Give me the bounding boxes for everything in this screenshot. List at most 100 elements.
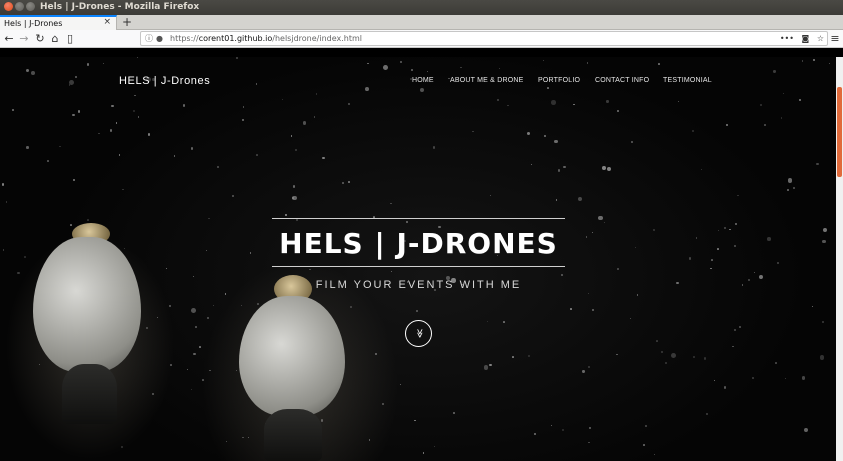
snow-speck [587, 292, 590, 294]
snow-speck [243, 106, 245, 108]
snow-speck [382, 403, 384, 405]
snow-speck [781, 117, 783, 119]
snow-speck [12, 108, 14, 111]
snow-speck [390, 203, 392, 205]
snow-speck [543, 60, 545, 62]
page-scrollbar[interactable] [836, 57, 843, 461]
snow-speck [410, 68, 413, 71]
snow-speck [718, 230, 720, 232]
snow-speck [414, 419, 416, 422]
page-actions-icon[interactable]: ••• [780, 34, 794, 43]
nav-portfolio[interactable]: PORTFOLIO [538, 77, 580, 84]
nav-about[interactable]: ABOUT ME & DRONE [450, 77, 523, 84]
snow-speck [528, 354, 531, 357]
bookmark-star-icon[interactable]: ☆ [817, 34, 824, 43]
snow-speck [242, 119, 244, 121]
snow-speck [136, 57, 138, 59]
snow-speck [543, 134, 546, 137]
close-icon[interactable] [4, 2, 13, 11]
snow-speck [256, 154, 259, 156]
snow-speck [217, 165, 220, 168]
snow-speck [737, 194, 739, 197]
snow-speck [182, 104, 186, 107]
snow-speck [563, 166, 566, 169]
snow-speck [31, 71, 35, 75]
snow-speck [202, 379, 204, 381]
snow-speck [822, 227, 827, 232]
snow-speck [347, 102, 350, 105]
snow-speck [365, 87, 370, 92]
snow-speck [70, 224, 73, 227]
snow-speck [676, 281, 679, 284]
snow-speck [582, 370, 585, 373]
snow-speck [193, 275, 195, 278]
snow-speck [710, 259, 713, 261]
snow-speck [5, 200, 8, 203]
snow-speck [496, 99, 499, 102]
scroll-down-button[interactable]: ≫ [405, 320, 432, 347]
snow-speck [190, 147, 194, 150]
snow-speck [313, 116, 316, 118]
nav-testimonial[interactable]: TESTIMONIAL [663, 77, 712, 84]
url-path: /helsjdrone/index.html [272, 34, 362, 43]
maximize-icon[interactable] [26, 2, 35, 11]
snow-speck [822, 320, 825, 323]
snow-speck [616, 267, 619, 270]
snow-speck [812, 59, 815, 61]
snow-speck [803, 427, 809, 433]
nav-contact[interactable]: CONTACT INFO [595, 77, 649, 84]
snow-speck [195, 325, 197, 328]
snow-speck [782, 92, 784, 94]
url-text[interactable]: https://corent01.github.io/helsjdrone/in… [170, 32, 362, 45]
snow-speck [420, 88, 425, 93]
snow-speck [73, 179, 76, 182]
scrollbar-thumb[interactable] [837, 87, 842, 177]
snow-speck [753, 271, 756, 274]
back-icon[interactable]: ← [2, 31, 16, 46]
info-icon[interactable]: ⓘ [145, 32, 153, 45]
tab-active[interactable]: Hels | J-Drones × [0, 15, 117, 30]
snow-speck [570, 308, 572, 310]
snow-speck [816, 162, 819, 166]
pocket-icon[interactable]: ◙ [802, 34, 810, 43]
snow-speck [787, 178, 793, 183]
snow-speck [759, 275, 764, 280]
snow-speck [653, 453, 656, 456]
url-bar[interactable]: ⓘ ● https://corent01.github.io/helsjdron… [140, 31, 828, 46]
snow-speck [828, 62, 831, 64]
window-titlebar: Hels | J-Drones - Mozilla Firefox [0, 0, 843, 15]
minimize-icon[interactable] [15, 2, 24, 11]
snow-speck [422, 452, 425, 454]
lock-icon[interactable]: ● [156, 32, 163, 45]
hamburger-menu-icon[interactable]: ≡ [829, 31, 841, 46]
lamp-globe-left [33, 237, 141, 372]
snow-speck [677, 101, 679, 103]
snow-speck [235, 57, 238, 60]
snow-speck [285, 214, 287, 216]
snow-speck [725, 123, 728, 127]
snow-speck [152, 392, 155, 395]
reload-icon[interactable]: ↻ [33, 31, 47, 46]
snow-speck [554, 140, 558, 144]
snow-speck [503, 321, 505, 323]
snow-speck [190, 308, 196, 314]
snow-speck [166, 268, 168, 270]
nav-home[interactable]: HOME [412, 77, 434, 84]
snow-speck [132, 110, 135, 113]
forward-icon[interactable]: → [17, 31, 31, 46]
home-icon[interactable]: ⌂ [48, 31, 62, 46]
snow-speck [350, 305, 353, 308]
snow-speck [138, 116, 140, 118]
snow-speck [77, 110, 81, 113]
new-tab-button[interactable]: + [121, 15, 133, 29]
url-host: corent01.github.io [198, 34, 273, 43]
snow-speck [460, 66, 462, 69]
snow-speck [601, 166, 606, 171]
tab-close-icon[interactable]: × [103, 17, 111, 28]
snow-speck [1, 183, 4, 186]
double-chevron-down-icon: ≫ [413, 328, 424, 339]
snow-speck [255, 83, 258, 85]
snow-speck [170, 364, 173, 366]
library-icon[interactable]: ▯ [63, 31, 77, 46]
site-brand[interactable]: HELS | J-Drones [119, 75, 210, 87]
